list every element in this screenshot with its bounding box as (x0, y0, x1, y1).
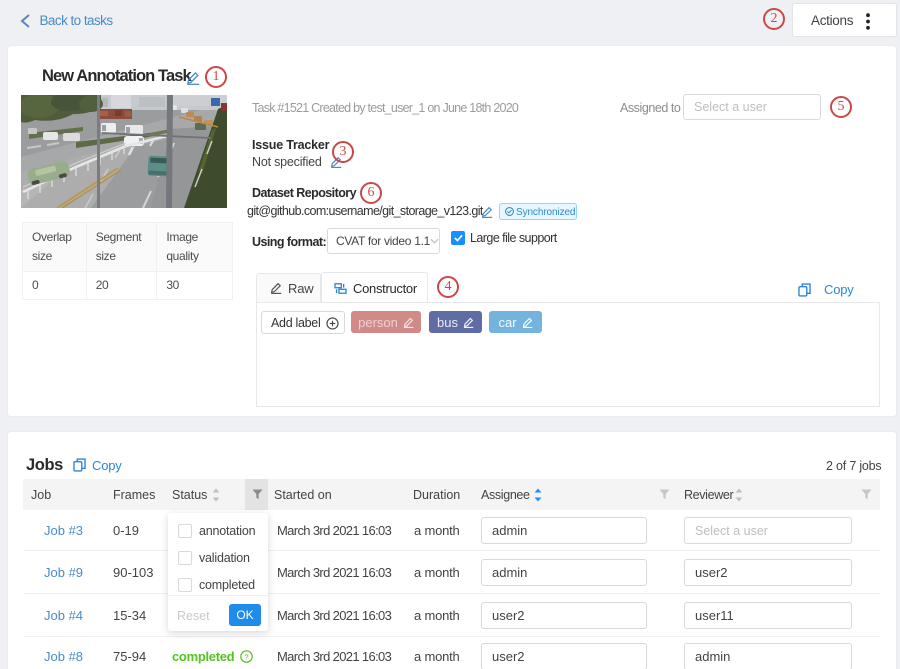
svg-text:?: ? (244, 652, 248, 661)
